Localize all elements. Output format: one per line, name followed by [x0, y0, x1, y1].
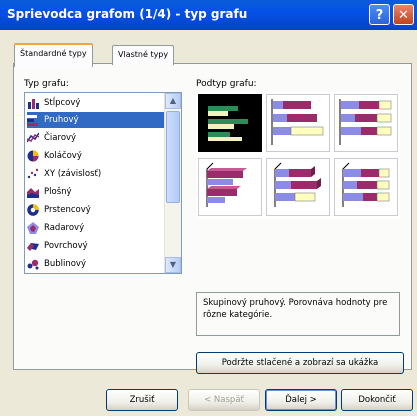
- tab-custom-types[interactable]: Vlastné typy: [112, 45, 175, 65]
- back-button[interactable]: < Naspäť: [188, 389, 260, 411]
- bubble-chart-icon: [27, 258, 39, 270]
- chart-type-item[interactable]: Radarový: [27, 220, 164, 236]
- line-chart-icon: [26, 132, 40, 144]
- 3d-stacked-bar-icon: [274, 162, 321, 207]
- subtype-3d-clustered-bar[interactable]: [198, 158, 262, 216]
- chart-type-item[interactable]: Pruhový: [27, 112, 164, 128]
- subtype-stacked-bar[interactable]: [266, 94, 330, 152]
- preview-button[interactable]: Podržte stlačené a zobrazí sa ukážka: [196, 352, 404, 374]
- chart-type-list[interactable]: Stĺpcový Pruhový Čiarový Koláčový XY (zá…: [24, 92, 182, 274]
- subtype-100-stacked-bar[interactable]: [334, 94, 398, 152]
- chart-type-item[interactable]: Prstencový: [27, 202, 164, 218]
- chart-type-item[interactable]: Koláčový: [27, 148, 164, 164]
- chart-type-label: Typ grafu:: [24, 79, 69, 89]
- scroll-down-button[interactable]: ▼: [165, 257, 181, 273]
- help-button[interactable]: ?: [369, 4, 390, 25]
- next-button[interactable]: Ďalej >: [265, 389, 337, 411]
- scroll-thumb[interactable]: [166, 111, 180, 203]
- clustered-bar-icon: [206, 102, 254, 144]
- subtype-description: Skupinový pruhový. Porovnáva hodnoty pre…: [196, 292, 400, 336]
- tab-standard-types[interactable]: Štandardné typy: [14, 43, 93, 67]
- 3d-clustered-bar-icon: [206, 162, 247, 207]
- surface-chart-icon: [27, 240, 39, 252]
- column-chart-icon: [27, 97, 39, 109]
- chart-type-item[interactable]: XY (závislosť): [27, 166, 164, 182]
- scroll-up-button[interactable]: ▲: [165, 93, 181, 109]
- chart-type-item[interactable]: Stĺpcový: [27, 95, 164, 111]
- subtype-grid: [196, 92, 400, 219]
- stacked-bar-icon: [271, 99, 324, 145]
- chart-type-item[interactable]: Povrchový: [27, 238, 164, 254]
- pie-chart-icon: [27, 150, 39, 162]
- cancel-button[interactable]: Zrušiť: [106, 389, 178, 411]
- subtype-3d-100-stacked-bar[interactable]: [334, 158, 398, 216]
- area-chart-icon: [27, 186, 39, 198]
- radar-chart-icon: [27, 221, 39, 234]
- chart-type-item[interactable]: Plošný: [27, 184, 164, 200]
- close-button[interactable]: ✕: [393, 4, 414, 25]
- subtype-3d-stacked-bar[interactable]: [266, 158, 330, 216]
- subtype-label: Podtyp grafu:: [196, 79, 257, 89]
- chart-type-item[interactable]: Bublinový: [27, 256, 164, 272]
- 100-stacked-bar-icon: [339, 99, 392, 145]
- chart-type-scrollbar[interactable]: ▲ ▼: [164, 93, 181, 273]
- subtype-clustered-bar[interactable]: [198, 94, 262, 152]
- bar-chart-icon: [27, 114, 39, 126]
- 3d-100-stacked-bar-icon: [342, 162, 390, 207]
- chart-wizard-dialog: Sprievodca grafom (1/4) - typ grafu ? ✕ …: [0, 0, 417, 416]
- chart-type-item[interactable]: Čiarový: [26, 130, 164, 146]
- scatter-chart-icon: [27, 168, 39, 180]
- title-bar[interactable]: Sprievodca grafom (1/4) - typ grafu ? ✕: [0, 0, 417, 30]
- doughnut-chart-icon: [27, 203, 39, 216]
- window-title: Sprievodca grafom (1/4) - typ grafu: [7, 7, 248, 21]
- finish-button[interactable]: Dokončiť: [341, 389, 413, 411]
